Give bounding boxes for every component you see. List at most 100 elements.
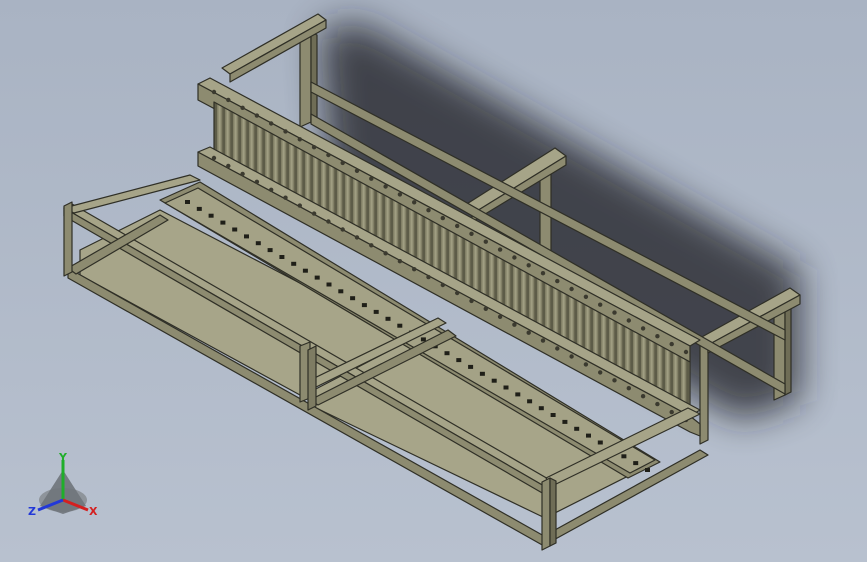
track-tooth xyxy=(397,323,403,328)
rail-bolt xyxy=(640,394,646,399)
rail-bolt xyxy=(412,200,417,205)
rail-bolt xyxy=(626,318,631,323)
track-tooth xyxy=(255,241,261,246)
rail-bolt xyxy=(598,370,603,375)
track-tooth xyxy=(645,468,650,472)
track-tooth xyxy=(479,371,485,376)
track-tooth xyxy=(633,461,639,466)
rail-bolt xyxy=(226,97,231,103)
rail-bolt xyxy=(540,271,546,276)
track-tooth xyxy=(468,364,474,369)
track-tooth xyxy=(562,419,568,424)
rail-bolt xyxy=(455,223,460,229)
rail-bolt xyxy=(354,168,360,173)
front-post-corner-side xyxy=(549,477,557,547)
rail-bolt xyxy=(383,184,388,189)
model-scene[interactable]: Y X Z xyxy=(0,0,867,562)
track-tooth xyxy=(491,378,497,383)
track-tooth xyxy=(291,261,297,266)
track-tooth xyxy=(538,406,544,411)
front-post-right xyxy=(699,340,709,445)
track-tooth xyxy=(350,296,356,301)
track-tooth xyxy=(527,399,533,404)
track-tooth xyxy=(503,385,509,390)
rail-bolt xyxy=(397,192,403,197)
front-post-corner xyxy=(541,477,551,551)
rail-bolt xyxy=(612,310,617,315)
triad-z-label: Z xyxy=(28,505,36,518)
rail-bolt xyxy=(254,179,260,184)
rail-bolt xyxy=(283,195,288,200)
rail-bolt xyxy=(426,274,431,280)
rail-bolt xyxy=(440,282,445,288)
track-tooth xyxy=(279,255,285,259)
rail-bolt xyxy=(540,338,546,343)
rail-bolt xyxy=(469,298,474,304)
cad-viewport[interactable]: Y X Z xyxy=(0,0,867,562)
track-tooth xyxy=(185,200,190,204)
triad-y-label: Y xyxy=(58,451,68,464)
rail-bolt xyxy=(240,171,245,177)
track-tooth xyxy=(444,351,450,356)
rail-bolt xyxy=(269,121,274,126)
track-tooth xyxy=(208,213,214,218)
rail-bolt xyxy=(440,215,445,221)
track-tooth xyxy=(196,206,202,211)
view-orientation-triad[interactable]: Y X Z xyxy=(28,451,98,518)
rail-bolt xyxy=(397,259,403,264)
rail-bolt xyxy=(569,286,574,292)
rail-bolt xyxy=(598,302,603,307)
rail-bolt xyxy=(583,294,589,299)
track-tooth xyxy=(302,268,308,273)
rail-bolt xyxy=(226,163,231,169)
rail-bolt xyxy=(283,129,288,134)
rail-bolt xyxy=(254,113,260,118)
rail-bolt xyxy=(583,362,589,367)
track-tooth xyxy=(515,392,521,397)
track-tooth xyxy=(597,440,603,445)
triad-x-label: X xyxy=(89,505,98,518)
track-tooth xyxy=(232,227,238,232)
rail-bolt xyxy=(655,401,660,407)
track-tooth xyxy=(420,337,426,342)
track-tooth xyxy=(326,282,332,287)
track-tooth xyxy=(574,426,580,431)
rail-bolt xyxy=(426,208,431,213)
rail-bolt xyxy=(497,314,503,319)
rail-bolt xyxy=(211,89,217,95)
rail-bolt xyxy=(269,187,274,192)
rail-bolt xyxy=(326,219,331,224)
rail-bolt xyxy=(311,145,317,150)
rail-bolt xyxy=(326,152,331,158)
track-tooth xyxy=(621,454,627,459)
track-tooth xyxy=(267,248,273,253)
rail-bolt xyxy=(483,306,488,311)
rail-bolt xyxy=(683,349,689,355)
track-tooth xyxy=(456,358,462,363)
rail-bolt xyxy=(640,326,646,331)
rail-bolt xyxy=(555,346,560,351)
track-tooth xyxy=(550,413,556,417)
front-post-mid-2 xyxy=(307,345,317,411)
rail-bolt xyxy=(297,137,302,142)
rail-bolt xyxy=(311,211,317,216)
rail-bolt xyxy=(526,330,531,335)
rail-bolt xyxy=(369,176,374,181)
rail-bolt xyxy=(612,378,617,383)
track-tooth xyxy=(244,234,249,239)
track-tooth xyxy=(338,289,344,294)
rail-bolt xyxy=(512,322,517,327)
rail-bolt xyxy=(512,255,517,260)
rail-bolt xyxy=(655,334,660,339)
rail-bolt xyxy=(240,105,245,111)
track-tooth xyxy=(220,220,226,225)
rail-bolt xyxy=(626,386,631,391)
rail-bolt xyxy=(412,267,417,272)
front-post-left xyxy=(63,201,73,277)
rail-bolt xyxy=(211,155,217,161)
rail-bolt xyxy=(340,227,345,232)
track-tooth xyxy=(385,316,391,321)
track-tooth xyxy=(586,433,591,438)
rail-bolt xyxy=(526,263,531,268)
rail-bolt xyxy=(354,235,360,240)
